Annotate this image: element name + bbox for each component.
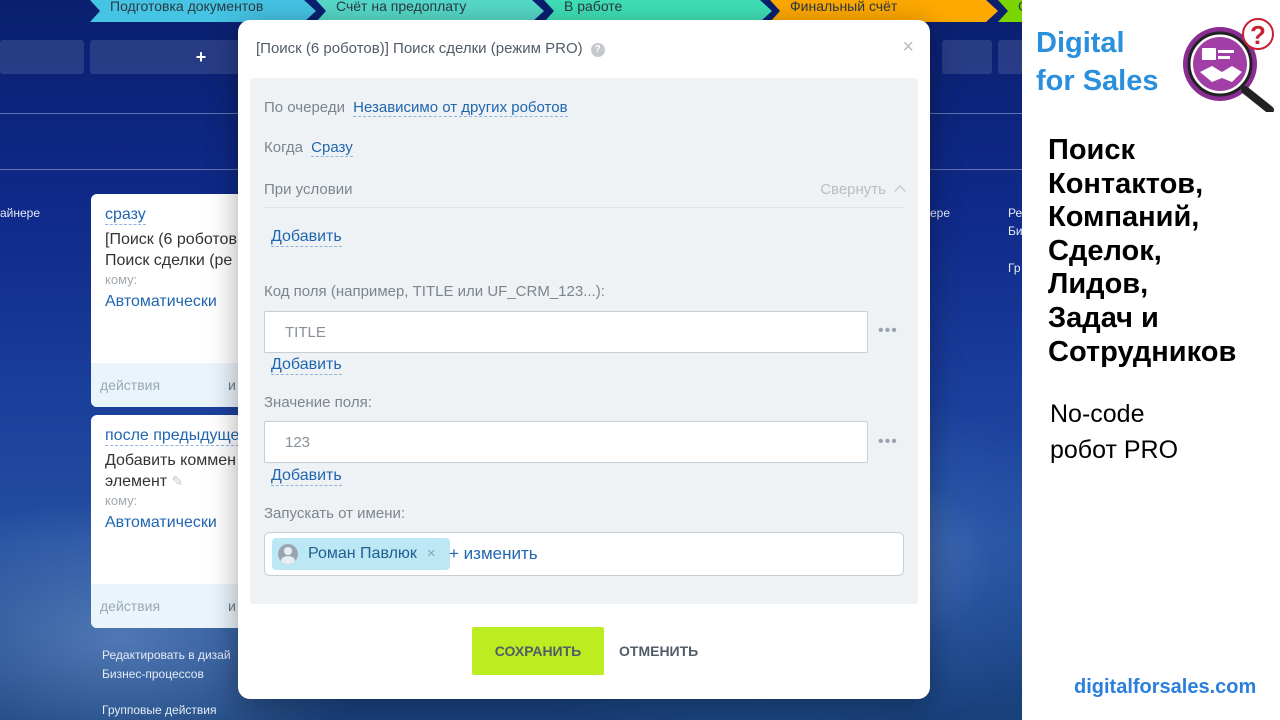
help-icon[interactable]: ?	[590, 43, 605, 57]
user-selector[interactable]: Роман Павлюк × + изменить	[264, 532, 904, 576]
stage-in-progress[interactable]: В работе	[544, 0, 772, 22]
field-value-label: Значение поля:	[264, 394, 372, 411]
promo-banner: Digital for Sales ? Поиск Контактов, Ком…	[1022, 0, 1280, 720]
robot-title: [Поиск (6 роботов	[105, 231, 237, 248]
when-select-link[interactable]: Сразу	[311, 139, 353, 157]
brand-line: Digital	[1036, 27, 1125, 59]
stage-prepare-documents[interactable]: Подготовка документов	[90, 0, 316, 22]
robot-actions-more[interactable]: и	[228, 377, 236, 393]
save-button[interactable]: СОХРАНИТЬ	[472, 627, 604, 675]
stage-column-header	[942, 40, 992, 74]
dialog-title-text: [Поиск (6 роботов)] Поиск сделки (режим …	[256, 40, 583, 57]
headline-line: Компаний,	[1048, 201, 1200, 234]
close-icon[interactable]: ×	[902, 36, 914, 59]
add-field-code-link[interactable]: Добавить	[271, 356, 342, 375]
change-user-link[interactable]: + изменить	[449, 544, 538, 564]
group-actions-link[interactable]: Групповые действия	[102, 702, 217, 718]
robot-title: Добавить коммен	[105, 452, 236, 469]
condition-label: При условии	[264, 181, 353, 198]
queue-select-link[interactable]: Независимо от других роботов	[353, 99, 568, 117]
robot-actions-more[interactable]: и	[228, 598, 236, 614]
headline-line: Сотрудников	[1048, 335, 1237, 368]
field-code-label: Код поля (например, TITLE или UF_CRM_123…	[264, 283, 605, 300]
robot-actions[interactable]: действия и	[91, 363, 251, 407]
robot-recipient-label: кому:	[105, 272, 138, 287]
banner-subtitle: No-code робот PRO	[1050, 396, 1178, 468]
robot-recipient-label: кому:	[105, 493, 138, 508]
column-text-left: айнере	[0, 206, 41, 220]
robot-actions[interactable]: действия и	[91, 584, 251, 628]
avatar	[278, 544, 298, 564]
headline-line: Поиск	[1048, 134, 1136, 166]
stage-label: В работе	[564, 0, 623, 14]
user-name: Роман Павлюк	[308, 545, 417, 562]
when-label: Когда	[264, 139, 303, 156]
column-text-right: ере	[930, 206, 951, 220]
column-text-right: Ре	[1008, 206, 1022, 220]
stage-prepayment-invoice[interactable]: Счёт на предоплату	[316, 0, 544, 22]
add-field-value-link[interactable]: Добавить	[271, 467, 342, 486]
headline-line: Сделок,	[1048, 234, 1162, 267]
magnifier-logo-icon: ?	[1183, 18, 1274, 112]
collapse-label: Свернуть	[820, 181, 886, 198]
stage-label: Подготовка документов	[110, 0, 264, 14]
more-options-icon[interactable]: •••	[878, 322, 898, 340]
run-as-label: Запускать от имени:	[264, 505, 406, 522]
robot-actions-label: действия	[100, 598, 161, 614]
user-chip[interactable]: Роман Павлюк ×	[272, 538, 450, 570]
brand-name: Digital for Sales	[1036, 24, 1159, 100]
field-value-input[interactable]	[264, 421, 868, 463]
stage-label: Счёт на предоплату	[336, 0, 467, 14]
robot-mode-link[interactable]: Автоматически	[105, 293, 251, 311]
edit-in-designer-link-line2[interactable]: Бизнес-процессов	[102, 666, 204, 682]
settings-panel: По очереди Независимо от других роботов …	[250, 78, 918, 604]
svg-text:?: ?	[1250, 20, 1266, 50]
column-text-right: Гр	[1008, 261, 1021, 275]
cancel-button[interactable]: ОТМЕНИТЬ	[619, 643, 698, 659]
robot-title-text: элемент	[105, 473, 168, 490]
robot-card[interactable]: после предыдуще Добавить коммен элемент …	[91, 415, 251, 628]
remove-user-icon[interactable]: ×	[427, 545, 436, 562]
column-text-right: Би	[1008, 224, 1022, 238]
add-condition-link[interactable]: Добавить	[271, 228, 342, 247]
headline-line: Лидов,	[1048, 268, 1149, 301]
robot-mode-link[interactable]: Автоматически	[105, 514, 251, 532]
edit-in-designer-link[interactable]: Редактировать в дизай	[102, 647, 231, 663]
more-options-icon[interactable]: •••	[878, 433, 898, 451]
robot-card[interactable]: сразу [Поиск (6 роботов Поиск сделки (ре…	[91, 194, 251, 407]
robot-title: элемент ✎	[105, 471, 251, 492]
collapse-toggle[interactable]: Свернуть	[820, 181, 906, 198]
dialog-title: [Поиск (6 роботов)] Поиск сделки (режим …	[256, 40, 605, 57]
robot-actions-label: действия	[100, 377, 161, 393]
stage-label: Финальный счёт	[790, 0, 898, 14]
stage-final-invoice[interactable]: Финальный счёт	[770, 0, 998, 22]
when-row: Когда Сразу	[264, 139, 353, 157]
stage-next[interactable]: С	[998, 0, 1022, 22]
pencil-icon[interactable]: ✎	[172, 473, 184, 489]
banner-headline: Поиск Контактов, Компаний, Сделок, Лидов…	[1048, 134, 1236, 369]
queue-row: По очереди Независимо от других роботов	[264, 99, 568, 117]
headline-line: Контактов,	[1048, 167, 1204, 200]
field-code-input[interactable]	[264, 311, 868, 353]
robot-title: Поиск сделки (ре	[105, 252, 233, 269]
robot-trigger-link[interactable]: после предыдуще	[105, 427, 240, 446]
robot-settings-dialog: [Поиск (6 роботов)] Поиск сделки (режим …	[238, 20, 930, 699]
stage-column-header	[0, 40, 84, 74]
headline-line: Задач и	[1048, 301, 1159, 334]
stage-column-header	[998, 40, 1022, 74]
chevron-up-icon	[894, 185, 906, 197]
divider	[264, 207, 904, 208]
subtitle-line: No-code	[1050, 400, 1145, 428]
queue-label: По очереди	[264, 99, 345, 116]
brand-line: for Sales	[1036, 65, 1159, 97]
subtitle-line: робот PRO	[1050, 436, 1179, 464]
website-link[interactable]: digitalforsales.com	[1074, 676, 1256, 699]
robot-trigger-link[interactable]: сразу	[105, 206, 146, 225]
stage-bar: Подготовка документов Счёт на предоплату…	[0, 0, 1022, 22]
